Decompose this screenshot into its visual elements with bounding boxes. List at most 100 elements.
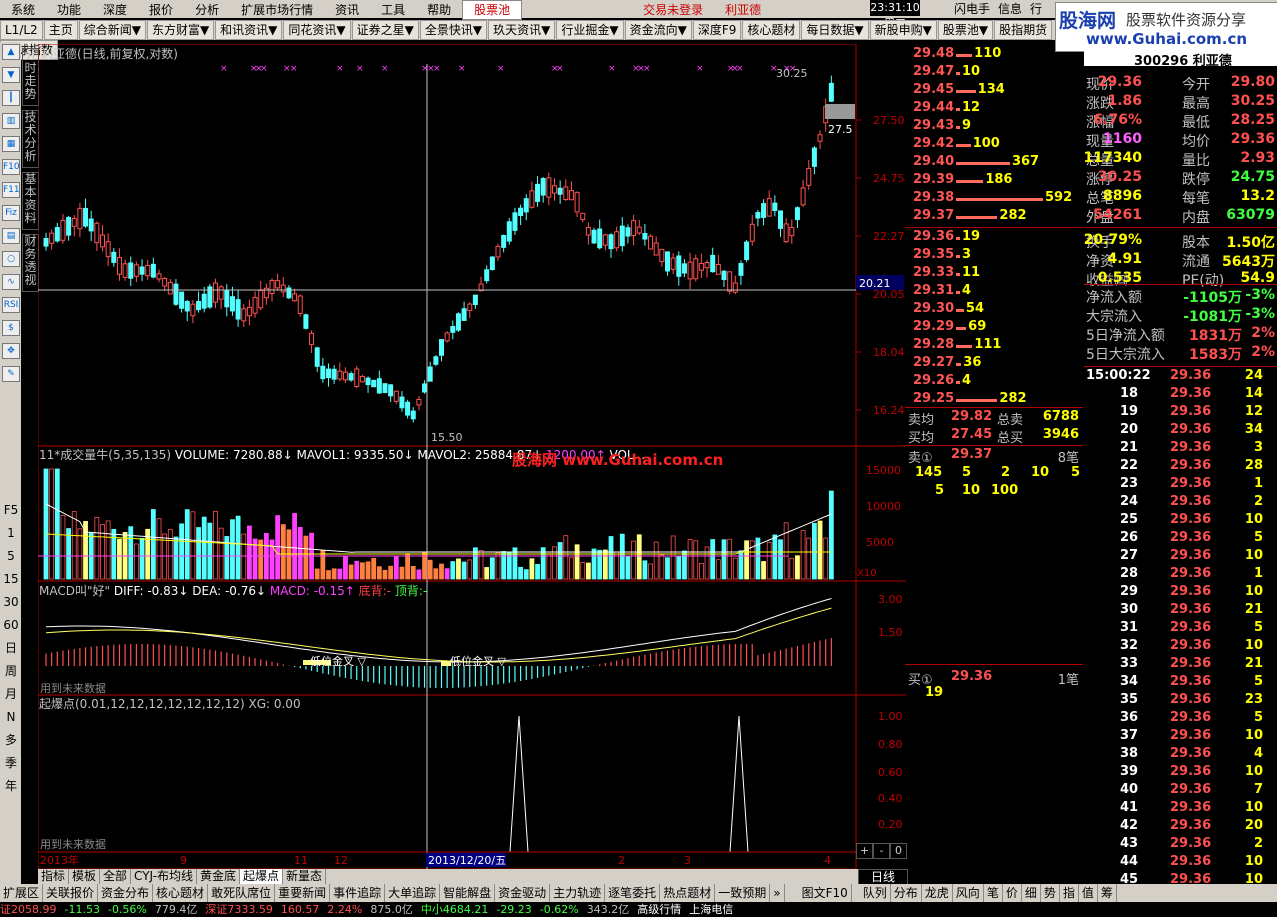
side-tab-0[interactable]: 分时走势 <box>22 48 39 106</box>
bottom-tab-7[interactable]: 大单追踪 <box>385 884 441 902</box>
kline-icon[interactable]: ┃ <box>2 90 20 106</box>
toolbar-fund-flow[interactable]: 资金流向▼ <box>624 20 692 40</box>
toolbar-depth-f9[interactable]: 深度F9 <box>692 20 742 40</box>
bottom-tab-19[interactable]: 风向 <box>953 884 984 902</box>
menu-quote[interactable]: 报价 <box>138 1 184 19</box>
toolbar-eastmoney[interactable]: 东方财富▼ <box>146 20 215 40</box>
menu-system[interactable]: 系统 <box>0 1 46 19</box>
period-10[interactable]: 多 <box>2 734 20 747</box>
tool-f10-icon[interactable]: F10 <box>2 159 20 175</box>
toolbar-news[interactable]: 综合新闻▼ <box>78 20 146 40</box>
bottom-tab-16[interactable]: 队列 <box>860 884 891 902</box>
menu-market[interactable]: 行 <box>1026 2 1046 16</box>
period-2[interactable]: 5 <box>2 550 20 563</box>
tool-f11-icon[interactable]: F11 <box>2 182 20 198</box>
tool-rsi-icon[interactable]: RSI <box>2 297 20 313</box>
bars-icon[interactable]: ▥ <box>2 113 20 129</box>
toolbar-stockstar[interactable]: 证券之星▼ <box>351 20 419 40</box>
menu-tools[interactable]: 工具 <box>370 1 416 19</box>
kline-chart-area[interactable]: 利亚德(日线,前复权,对数)27.5024.7522.2720.0518.041… <box>38 44 906 870</box>
bottom-tab-8[interactable]: 智能解盘 <box>440 884 496 902</box>
book-icon[interactable]: ▤ <box>2 228 20 244</box>
menu-info[interactable]: 信息 <box>994 2 1026 16</box>
stock-pool-button[interactable]: 股票池 <box>462 0 523 20</box>
toolbar-index-futures[interactable]: 股指期货 <box>994 20 1053 40</box>
side-tab-3[interactable]: 财务透视 <box>22 234 39 292</box>
period-12[interactable]: 年 <box>2 780 20 793</box>
menu-analysis[interactable]: 分析 <box>184 1 230 19</box>
arrow-down-icon[interactable]: ▼ <box>2 67 20 83</box>
zoom-reset-button[interactable]: 0 <box>890 843 907 859</box>
tool-fiz-icon[interactable]: Fiz <box>2 205 20 221</box>
period-9[interactable]: N <box>2 711 20 724</box>
menu-news[interactable]: 资讯 <box>324 1 370 19</box>
bottom-tab-24[interactable]: 指 <box>1060 884 1079 902</box>
menu-help[interactable]: 帮助 <box>416 1 462 19</box>
period-8[interactable]: 月 <box>2 688 20 701</box>
menu-function[interactable]: 功能 <box>46 1 92 19</box>
toolbar-stock-pool[interactable]: 股票池▼ <box>937 20 994 40</box>
period-4[interactable]: 30 <box>2 596 20 609</box>
toolbar-industry[interactable]: 行业掘金▼ <box>556 20 624 40</box>
bottom-tab-15[interactable]: 图文F10 <box>799 884 852 902</box>
indicator-tab-2[interactable]: 全部 <box>100 869 132 884</box>
pencil-icon[interactable]: ✎ <box>2 366 20 382</box>
bottom-tab-0[interactable]: 扩展区 <box>0 884 44 902</box>
side-tab-1[interactable]: 技术分析 <box>22 110 39 168</box>
period-11[interactable]: 季 <box>2 757 20 770</box>
bottom-tab-2[interactable]: 资金分布 <box>98 884 154 902</box>
bottom-tab-14[interactable]: » <box>770 884 785 902</box>
zoom-in-button[interactable]: + <box>856 843 873 859</box>
bottom-tab-5[interactable]: 重要新闻 <box>275 884 331 902</box>
toolbar-jiutian[interactable]: 玖天资讯▼ <box>488 20 556 40</box>
toolbar-p5w[interactable]: 全景快讯▼ <box>419 20 488 40</box>
zoom-out-button[interactable]: - <box>873 843 890 859</box>
period-7[interactable]: 周 <box>2 665 20 678</box>
bottom-tab-13[interactable]: 一致预期 <box>715 884 771 902</box>
bottom-tab-21[interactable]: 价 <box>1003 884 1022 902</box>
menu-flash-trade[interactable]: 闪电手 <box>950 2 994 16</box>
menu-extended-market[interactable]: 扩展市场行情 <box>230 1 324 19</box>
indicator-tab-0[interactable]: 指标 <box>38 869 70 884</box>
bottom-tab-17[interactable]: 分布 <box>891 884 922 902</box>
bottom-tab-12[interactable]: 热点题材 <box>660 884 716 902</box>
indicator-tab-6[interactable]: 新量态 <box>283 869 327 884</box>
bottom-tab-18[interactable]: 龙虎 <box>922 884 953 902</box>
toolbar-10jqka[interactable]: 同花资讯▼ <box>283 20 351 40</box>
period-6[interactable]: 日 <box>2 642 20 655</box>
toolbar-daily-data[interactable]: 每日数据▼ <box>801 20 869 40</box>
circle-icon[interactable]: ○ <box>2 251 20 267</box>
ma-icon[interactable]: ∿ <box>2 274 20 290</box>
bottom-tab-3[interactable]: 核心题材 <box>153 884 209 902</box>
bottom-tab-26[interactable]: 筹 <box>1098 884 1117 902</box>
period-0[interactable]: F5 <box>2 504 20 517</box>
indicator-tab-1[interactable]: 模板 <box>69 869 101 884</box>
toolbar-ipo[interactable]: 新股申购▼ <box>869 20 937 40</box>
bottom-tab-25[interactable]: 值 <box>1079 884 1098 902</box>
bottom-tab-4[interactable]: 敢死队席位 <box>208 884 276 902</box>
toolbar-home[interactable]: 主页 <box>43 20 78 40</box>
indicator-tab-3[interactable]: CYJ-布均线 <box>131 869 197 884</box>
bottom-tab-23[interactable]: 势 <box>1041 884 1060 902</box>
dollar-icon[interactable]: $ <box>2 320 20 336</box>
indicator-tab-5[interactable]: 起爆点 <box>240 869 284 884</box>
bottom-tab-1[interactable]: 关联报价 <box>43 884 99 902</box>
side-tab-2[interactable]: 基本资料 <box>22 172 39 230</box>
bottom-tab-10[interactable]: 主力轨迹 <box>550 884 606 902</box>
bottom-tab-20[interactable]: 笔 <box>984 884 1003 902</box>
menu-depth[interactable]: 深度 <box>92 1 138 19</box>
bottom-tab-22[interactable]: 细 <box>1022 884 1041 902</box>
bottom-tab-11[interactable]: 逐笔委托 <box>605 884 661 902</box>
toolbar-hexun[interactable]: 和讯资讯▼ <box>215 20 283 40</box>
period-5[interactable]: 60 <box>2 619 20 632</box>
toolbar-core-theme[interactable]: 核心题材 <box>742 20 801 40</box>
period-1[interactable]: 1 <box>2 527 20 540</box>
arrow-up-icon[interactable]: ▲ <box>2 44 20 60</box>
bottom-tab-9[interactable]: 资金驱动 <box>495 884 551 902</box>
indicator-tab-4[interactable]: 黄金底 <box>197 869 241 884</box>
grid-icon[interactable]: ▦ <box>2 136 20 152</box>
move-icon[interactable]: ✥ <box>2 343 20 359</box>
bottom-tab-6[interactable]: 事件追踪 <box>330 884 386 902</box>
period-3[interactable]: 15 <box>2 573 20 586</box>
toolbar-l1l2[interactable]: L1/L2 <box>0 20 43 40</box>
